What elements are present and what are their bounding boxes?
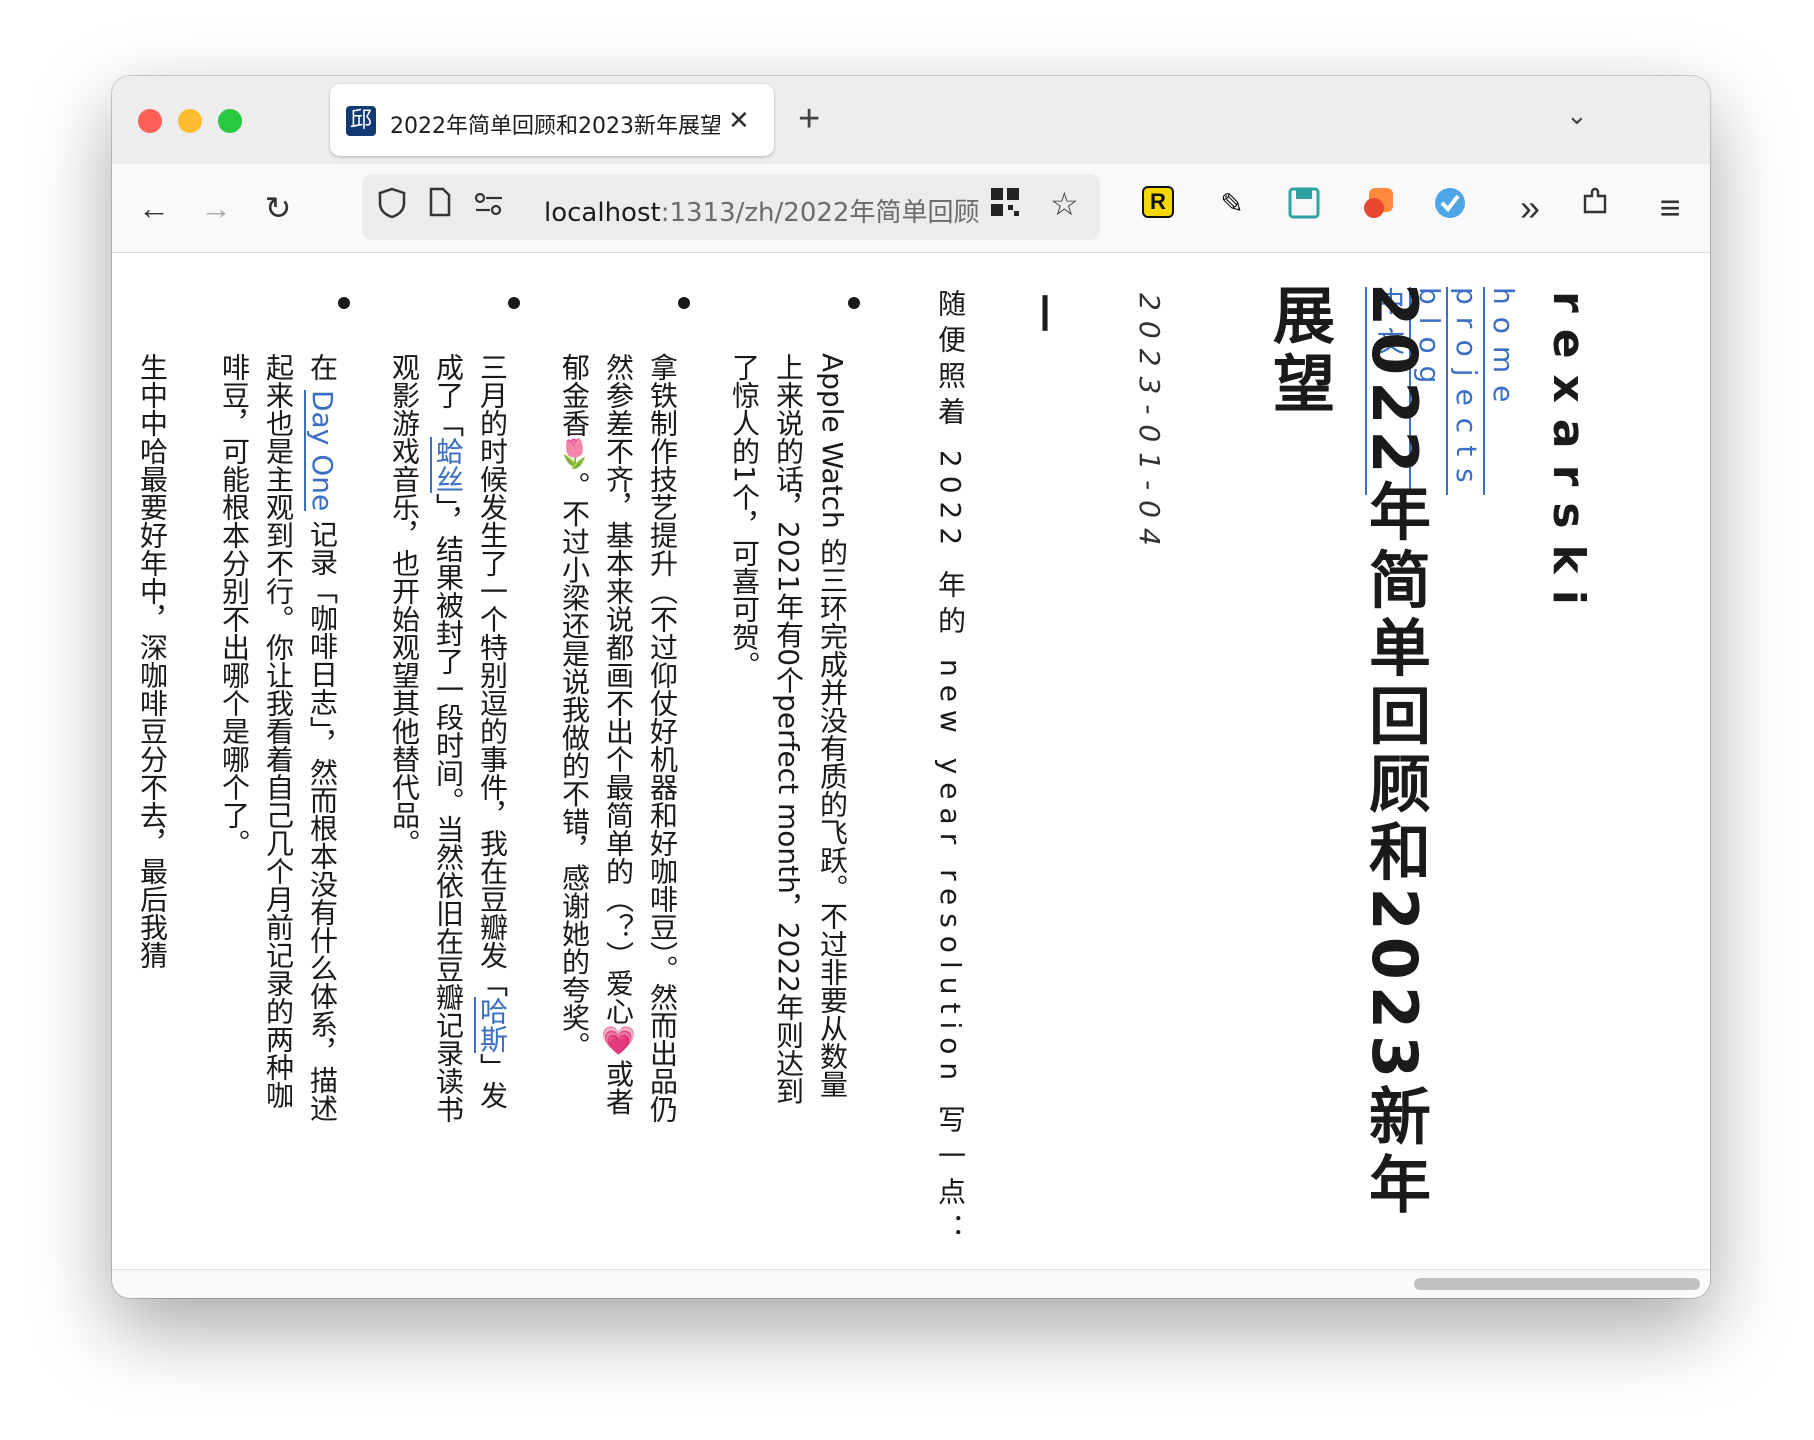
close-window-button[interactable] xyxy=(138,109,162,133)
horizontal-scrollbar[interactable] xyxy=(112,1269,1710,1298)
new-tab-button[interactable]: + xyxy=(798,94,820,144)
tab-list-chevron-icon[interactable]: ⌄ xyxy=(1566,100,1588,131)
list-item-text: 生中中哈最要好年中，深咖啡豆分不去，最后我猜 xyxy=(136,353,169,969)
page-icon[interactable] xyxy=(428,187,452,228)
list-item-text: 三月的时候发生了一个特别逗的事件，我在豆瓣发「哈斯」发成了「蛤丝」，结果被封了一… xyxy=(388,353,509,1123)
divider-dash: — xyxy=(1024,293,1070,333)
day-one-link[interactable]: Day One xyxy=(304,389,339,512)
navigation-toolbar: ← → ↻ localhost:1313/zh/2022年简单回顾 ☆ R ✎ xyxy=(112,164,1710,253)
tab-title: 2022年简单回顾和2023新年展望 xyxy=(390,114,720,138)
bullet-icon xyxy=(338,297,350,309)
qr-code-icon[interactable] xyxy=(990,187,1020,228)
maximize-window-button[interactable] xyxy=(218,109,242,133)
more-extensions-icon[interactable]: » xyxy=(1506,184,1554,232)
list-item-partial: 生中中哈最要好年中，深咖啡豆分不去，最后我猜 xyxy=(130,293,174,1123)
post-intro: 随便照着 2022 年的 new year resolution 写一点： xyxy=(934,289,967,1250)
resolution-list: Apple Watch 的三环完成并没有质的飞跃。不过非要从数量上来说的话，20… xyxy=(112,293,860,1123)
site-logo[interactable]: rexarski xyxy=(1543,291,1594,621)
list-item: 三月的时候发生了一个特别逗的事件，我在豆瓣发「哈斯」发成了「蛤丝」，结果被封了一… xyxy=(382,293,520,1123)
nav-projects-link[interactable]: projects xyxy=(1446,287,1483,495)
app-menu-icon[interactable]: ≡ xyxy=(1646,184,1694,232)
bullet-icon xyxy=(678,297,690,309)
bullet-icon xyxy=(848,297,860,309)
permissions-icon[interactable] xyxy=(474,187,504,227)
page-content: rexarski home projects blog 中文 2022年简单回顾… xyxy=(112,253,1710,1269)
readwise-extension-icon[interactable]: R xyxy=(1142,186,1174,218)
extensions-puzzle-icon[interactable] xyxy=(1578,186,1614,222)
back-button[interactable]: ← xyxy=(130,184,178,232)
hasi-typo-link[interactable]: 蛤丝 xyxy=(430,437,465,493)
shield-icon[interactable] xyxy=(378,187,406,230)
list-item-text: 拿铁制作技艺提升（不过仰仗好机器和好咖啡豆）。然而出品仍然参差不齐，基本来说都画… xyxy=(558,353,679,1123)
save-extension-icon[interactable] xyxy=(1286,186,1322,222)
address-bar[interactable]: localhost:1313/zh/2022年简单回顾 ☆ xyxy=(362,174,1100,240)
list-item: Apple Watch 的三环完成并没有质的飞跃。不过非要从数量上来说的话，20… xyxy=(722,293,860,1123)
favicon-icon: 邱 xyxy=(346,106,376,136)
orange-extension-icon[interactable] xyxy=(1360,186,1396,222)
browser-tab[interactable]: 邱 2022年简单回顾和2023新年展望 ✕ xyxy=(330,84,774,156)
url-text[interactable]: localhost:1313/zh/2022年简单回顾 xyxy=(544,192,984,226)
browser-window: 邱 2022年简单回顾和2023新年展望 ✕ + ⌄ ← → ↻ localho… xyxy=(112,76,1710,1298)
bookmark-star-icon[interactable]: ☆ xyxy=(1050,184,1079,224)
scrollbar-thumb[interactable] xyxy=(1414,1278,1700,1290)
minimize-window-button[interactable] xyxy=(178,109,202,133)
list-item: 在 Day One 记录「咖啡日志」，然而根本没有什么体系，描述起来也是主观到不… xyxy=(212,293,350,1123)
bullet-icon xyxy=(508,297,520,309)
post-date: 2023-01-04 xyxy=(1133,293,1166,556)
list-item-text: 在 Day One 记录「咖啡日志」，然而根本没有什么体系，描述起来也是主观到不… xyxy=(218,353,339,1123)
post-title: 2022年简单回顾和2023新年展望 xyxy=(1262,283,1431,1221)
nav-home-link[interactable]: home xyxy=(1483,287,1520,495)
title-bar: 邱 2022年简单回顾和2023新年展望 ✕ + ⌄ xyxy=(112,76,1710,164)
forward-button[interactable]: → xyxy=(192,184,240,232)
hasi-link[interactable]: 哈斯 xyxy=(474,997,509,1053)
pin-extension-icon[interactable]: ✎ xyxy=(1214,186,1250,222)
list-item-text: Apple Watch 的三环完成并没有质的飞跃。不过非要从数量上来说的话，20… xyxy=(728,353,849,1106)
check-extension-icon[interactable] xyxy=(1432,186,1468,222)
tab-close-icon[interactable]: ✕ xyxy=(728,102,750,138)
reload-button[interactable]: ↻ xyxy=(254,184,302,232)
list-item: 拿铁制作技艺提升（不过仰仗好机器和好咖啡豆）。然而出品仍然参差不齐，基本来说都画… xyxy=(552,293,690,1123)
